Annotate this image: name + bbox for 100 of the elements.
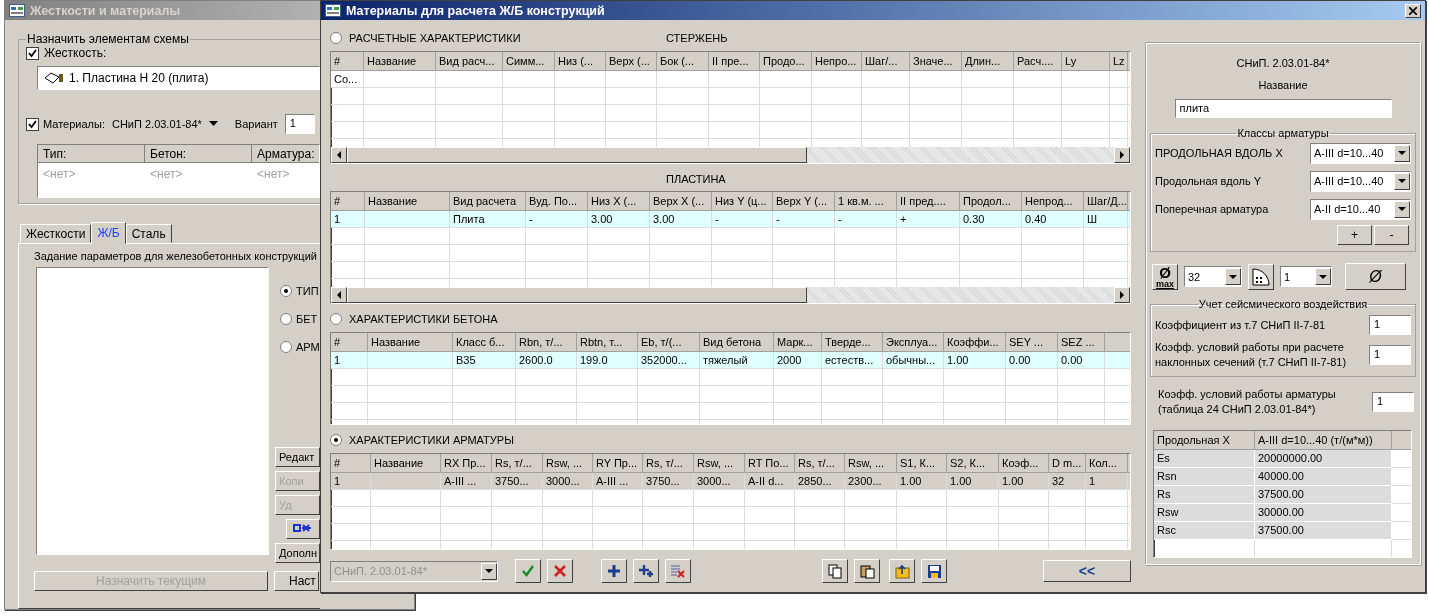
table-row[interactable]: 1 A-III ... 3750... 3000... A-III ... 3750... 3000... A-II d... 2850... 2300... 1.00 1.00 1.00 32 1 [331,473,1130,490]
import-button[interactable] [889,559,915,583]
column-header[interactable]: Вид расчета [450,192,526,210]
horizontal-scrollbar[interactable] [331,287,1130,303]
settings-button[interactable]: Наст [274,571,319,591]
column-header[interactable]: Продол... [960,192,1022,210]
tab[interactable]: Жесткости [20,224,92,243]
diameter-dropdown[interactable]: 32 [1184,266,1242,287]
rebar-class-dropdown[interactable]: A-III d=10...40 [1310,142,1411,164]
cancel-button[interactable] [547,559,573,583]
column-header[interactable]: Rsw, ... [694,454,745,472]
save-button[interactable] [921,559,947,583]
table-row[interactable]: 1 В35 2600.0 199.0 352000... тяжелый 2000 естеств... обычны... 1.00 0.00 0.00 [331,352,1130,369]
stiffness-field[interactable]: 1. Пластина Н 20 (плита) [37,66,320,90]
column-header[interactable]: Симм... [503,52,555,70]
column-header[interactable]: Rsw, ... [543,454,593,472]
list-item[interactable]: 1. Пластина Н 20 (плита) [69,71,209,85]
column-header[interactable]: II пре... [709,52,760,70]
add-button[interactable]: + [1337,225,1372,245]
column-header[interactable]: Непро... [812,52,862,70]
column-header[interactable]: Продо... [760,52,812,70]
column-header[interactable]: SEZ ... [1058,333,1105,351]
confirm-button[interactable] [515,559,541,583]
column-header[interactable]: Название [365,192,450,210]
radio-button[interactable] [280,285,292,297]
column-header[interactable]: Непрод... [1022,192,1084,210]
radio-button[interactable] [280,341,292,353]
column-header[interactable]: Rsw, ... [845,454,897,472]
column-header[interactable]: Значе... [910,52,962,70]
close-button[interactable] [1405,3,1421,18]
tab[interactable]: Ж/Б [91,222,126,244]
radio-button[interactable] [330,32,342,44]
column-header[interactable]: Верх (... [606,52,657,70]
table-row[interactable]: 1 Плита - 3.00 3.00 - - - + 0.30 0.40 Ш [331,211,1130,228]
column-header[interactable]: Верх X (... [650,192,712,210]
radio-button[interactable] [330,313,342,325]
checkbox[interactable] [26,46,39,60]
horizontal-scrollbar[interactable] [331,147,1130,163]
norm-dropdown[interactable]: СНиП 2.03.01-84* [111,118,202,130]
column-header[interactable]: Расч.... [1014,52,1062,70]
column-header[interactable]: Класс б... [453,333,516,351]
column-header[interactable]: Вид бетона [700,333,774,351]
column-header[interactable]: Коэффи... [944,333,1006,351]
column-header[interactable]: S1, К... [897,454,947,472]
column-header[interactable]: Вуд. По... [526,192,588,210]
column-header[interactable]: Арматура: [252,145,319,163]
column-header[interactable]: Эксплуа... [883,333,944,351]
column-header[interactable]: RX Пр... [441,454,492,472]
column-header[interactable]: Шаг/... [862,52,910,70]
column-header[interactable]: Низ X (... [588,192,650,210]
column-header[interactable]: Rbtn, т... [577,333,638,351]
remove-button[interactable]: - [1374,225,1409,245]
rebar-class-dropdown[interactable]: A-III d=10...40 [1310,170,1411,192]
column-header[interactable]: Тип: [38,145,145,163]
column-header[interactable]: Кол... [1086,454,1128,472]
name-field[interactable]: плита [1174,99,1392,118]
column-header[interactable]: Rbn, т/... [516,333,577,351]
radio-button[interactable] [330,434,342,446]
column-header[interactable]: S2, К... [947,454,999,472]
number-field[interactable]: 1 [1369,344,1411,365]
number-field[interactable]: 1 [1369,315,1411,335]
radio-button[interactable] [280,313,292,325]
action-button[interactable]: Дополн [275,543,320,563]
column-header[interactable]: A-III d=10...40 (т/(м*м)) [1255,431,1392,450]
paste-button[interactable] [854,559,880,583]
action-button[interactable]: Редакт [275,447,320,467]
column-header[interactable]: # [331,192,365,210]
column-header[interactable]: Верх Y (... [773,192,835,210]
diameter-button[interactable]: Ø [1345,263,1406,290]
column-header[interactable]: # [331,333,368,351]
column-header[interactable]: Lz [1110,52,1128,70]
column-header[interactable]: Тверде... [822,333,883,351]
column-header[interactable]: Длин... [962,52,1014,70]
column-header[interactable]: Коэф... [999,454,1049,472]
column-header[interactable]: 1 кв.м. ... [835,192,897,210]
column-header[interactable]: RY Пр... [593,454,643,472]
column-header[interactable]: SEY ... [1006,333,1058,351]
column-header[interactable]: Ly [1062,52,1110,70]
column-header[interactable]: II пред.... [897,192,960,210]
column-header[interactable]: Rs, т/... [492,454,543,472]
column-header[interactable]: Вид расч... [436,52,503,70]
column-header[interactable]: D m... [1049,454,1086,472]
checkbox[interactable] [26,117,39,131]
column-header[interactable]: Бетон: [145,145,252,163]
number-field[interactable]: 1 [1372,391,1414,412]
column-header[interactable]: Rs, т/... [795,454,845,472]
column-header[interactable]: # [331,52,364,70]
rebar-class-dropdown[interactable]: A-II d=10...40 [1310,198,1411,220]
column-header[interactable]: Eb, т/(... [638,333,700,351]
column-header[interactable]: Бок (... [657,52,709,70]
variant-field[interactable]: 1 [284,114,315,134]
add-button[interactable] [601,559,627,583]
column-header[interactable]: Продольная X [1154,431,1255,450]
layers-dropdown[interactable]: 1 [1280,266,1332,287]
collapse-button[interactable]: << [1043,560,1131,582]
column-header[interactable]: RT По... [745,454,795,472]
column-header[interactable]: Название [364,52,436,70]
caret-icon[interactable] [208,121,218,127]
column-header[interactable]: # [331,454,371,472]
icon-button[interactable] [286,519,320,539]
